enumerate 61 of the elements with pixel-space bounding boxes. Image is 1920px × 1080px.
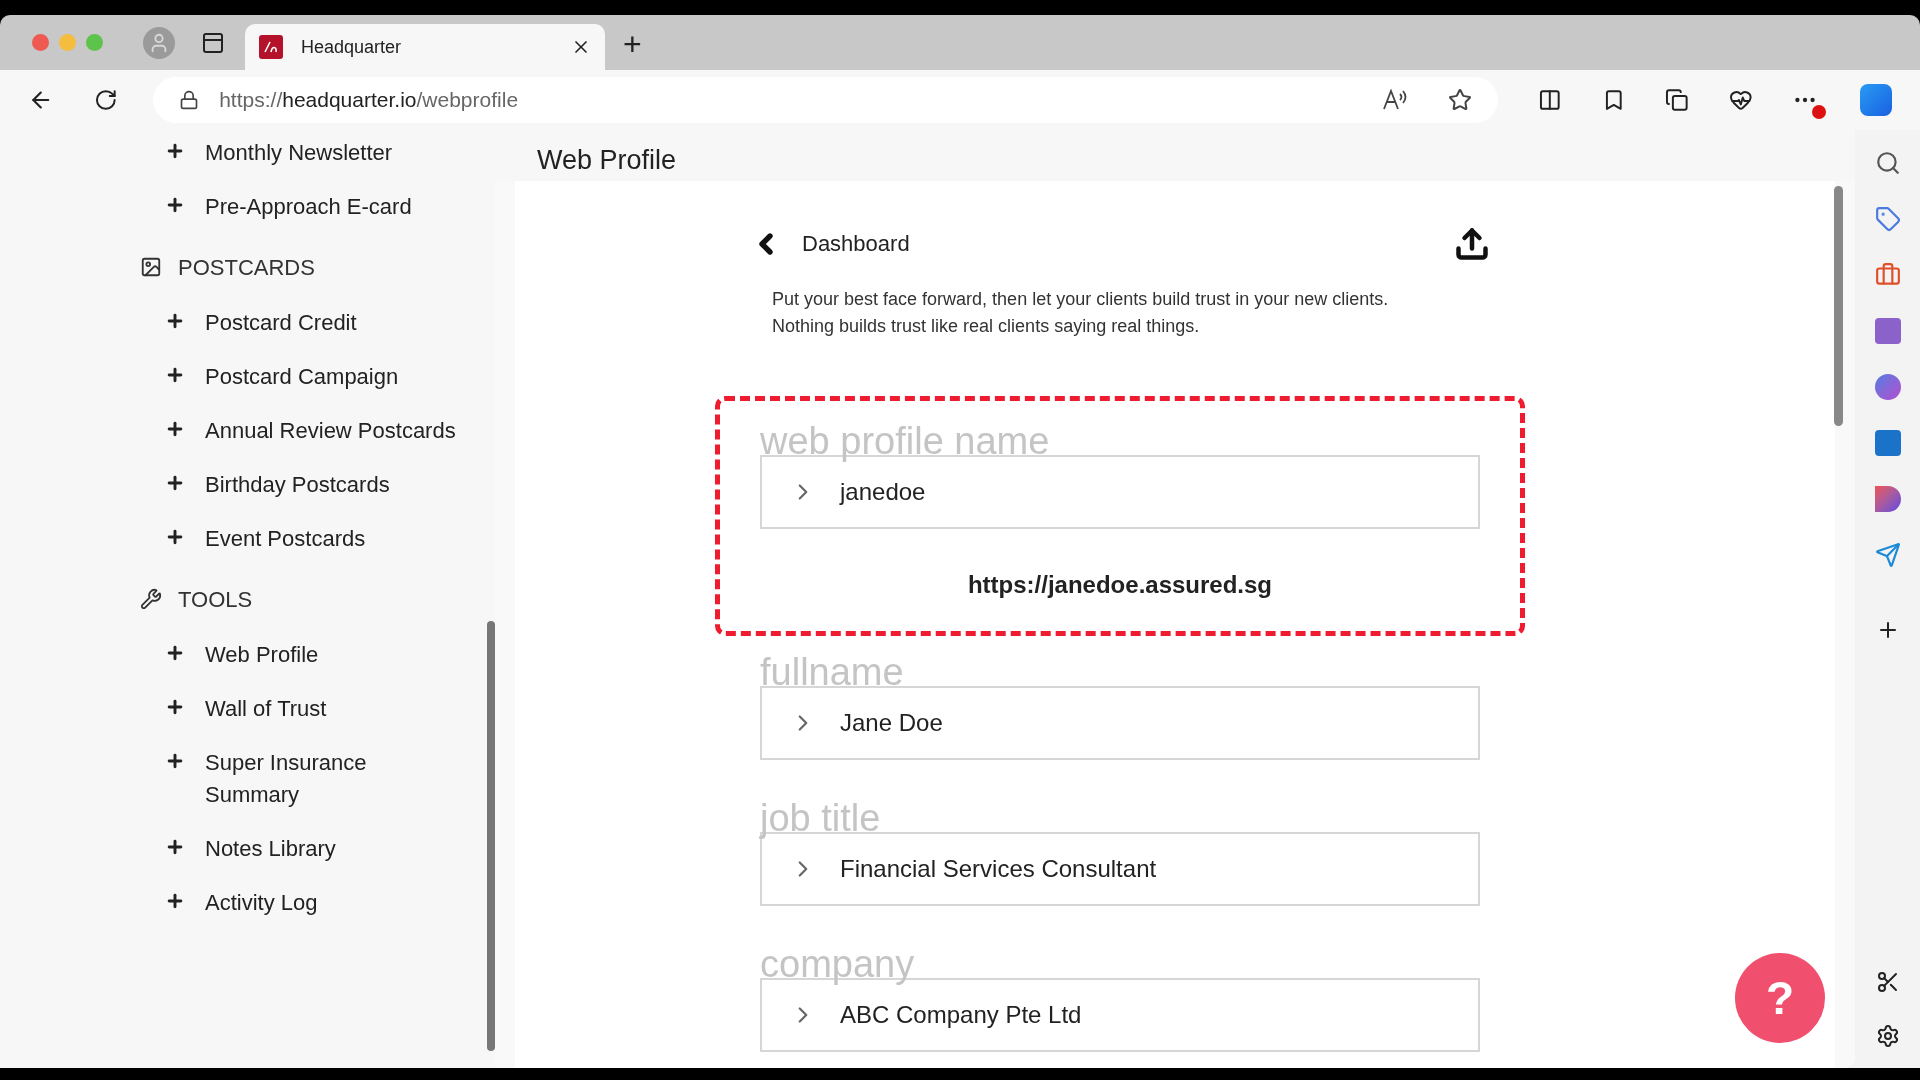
sidebar-link[interactable]: Super Insurance Summary bbox=[205, 747, 461, 811]
tab-title: Headquarter bbox=[301, 35, 403, 59]
sidebar-link[interactable]: Birthday Postcards bbox=[205, 469, 390, 501]
dashboard-link[interactable]: Dashboard bbox=[802, 227, 910, 260]
briefcase-icon[interactable] bbox=[1874, 262, 1901, 288]
search-icon[interactable] bbox=[1874, 150, 1901, 176]
sidebar-link[interactable]: Postcard Campaign bbox=[205, 361, 399, 393]
field-value: Jane Doe bbox=[840, 707, 943, 738]
lock-icon bbox=[179, 90, 200, 110]
section-heading: TOOLS bbox=[178, 585, 253, 614]
field-value: ABC Company Pte Ltd bbox=[840, 999, 1082, 1030]
intro-text: Put your best face forward, then let your clients build trust in your new clients. Nothing builds trust like real clients saying real things. bbox=[772, 287, 1390, 338]
plus-icon bbox=[165, 195, 185, 215]
plus-icon bbox=[165, 311, 185, 331]
sidebar-link[interactable]: Annual Review Postcards bbox=[205, 415, 456, 447]
site-logo-icon bbox=[259, 35, 283, 59]
plus-icon bbox=[165, 527, 185, 547]
sidebar-link[interactable]: Activity Log bbox=[205, 887, 318, 919]
plus-icon bbox=[165, 697, 185, 717]
text-field[interactable]: Jane Doe bbox=[760, 685, 1480, 760]
plus-icon bbox=[165, 643, 185, 663]
browser-tab[interactable]: Headquarter bbox=[245, 24, 605, 70]
section-heading: POSTCARDS bbox=[178, 253, 315, 282]
sidebar-link[interactable]: Notes Library bbox=[205, 833, 336, 865]
profile-url[interactable]: https://janedoe.assured.sg bbox=[760, 566, 1480, 603]
health-icon[interactable] bbox=[1728, 88, 1753, 112]
page-title: Web Profile bbox=[537, 144, 677, 177]
sidebar-link[interactable]: Event Postcards bbox=[205, 523, 366, 555]
star-icon[interactable] bbox=[1448, 88, 1473, 112]
field-value: janedoe bbox=[840, 476, 926, 507]
tag-icon[interactable] bbox=[1874, 206, 1901, 232]
address-bar[interactable]: https://headquarter.io/webprofile bbox=[153, 77, 1499, 123]
scrollbar-thumb[interactable] bbox=[1834, 185, 1843, 426]
plus-icon bbox=[165, 751, 185, 771]
sidebar-link[interactable]: Pre-Approach E-card bbox=[205, 191, 412, 223]
update-badge bbox=[1812, 105, 1827, 119]
field-value: Financial Services Consultant bbox=[840, 853, 1157, 884]
sidebar-link[interactable]: Postcard Credit bbox=[205, 307, 357, 339]
sidebar-link[interactable]: Web Profile bbox=[205, 639, 319, 671]
plus-icon bbox=[165, 837, 185, 857]
split-screen-icon[interactable] bbox=[1538, 88, 1562, 112]
settings-icon[interactable] bbox=[1875, 1024, 1900, 1048]
tab-actions-icon[interactable] bbox=[201, 30, 225, 55]
plus-icon bbox=[165, 141, 185, 161]
image-icon bbox=[140, 256, 162, 278]
send-icon[interactable] bbox=[1874, 542, 1901, 568]
plus-icon bbox=[165, 473, 185, 493]
screenshot-icon[interactable] bbox=[1875, 970, 1900, 994]
reload-icon[interactable] bbox=[93, 88, 118, 112]
plus-icon bbox=[165, 419, 185, 439]
plus-icon bbox=[165, 365, 185, 385]
wrench-icon bbox=[140, 588, 162, 610]
plus-icon bbox=[165, 891, 185, 911]
sidebar-link[interactable]: Monthly Newsletter bbox=[205, 137, 393, 169]
scrollbar-thumb[interactable] bbox=[487, 621, 495, 1051]
url-text: https://headquarter.io/webprofile bbox=[219, 87, 520, 114]
sidebar-link[interactable]: Wall of Trust bbox=[205, 693, 327, 725]
read-aloud-icon[interactable] bbox=[1382, 88, 1409, 112]
collections-icon[interactable] bbox=[1665, 88, 1689, 112]
new-tab-button[interactable]: + bbox=[623, 26, 642, 62]
upload-icon[interactable] bbox=[1454, 225, 1490, 262]
